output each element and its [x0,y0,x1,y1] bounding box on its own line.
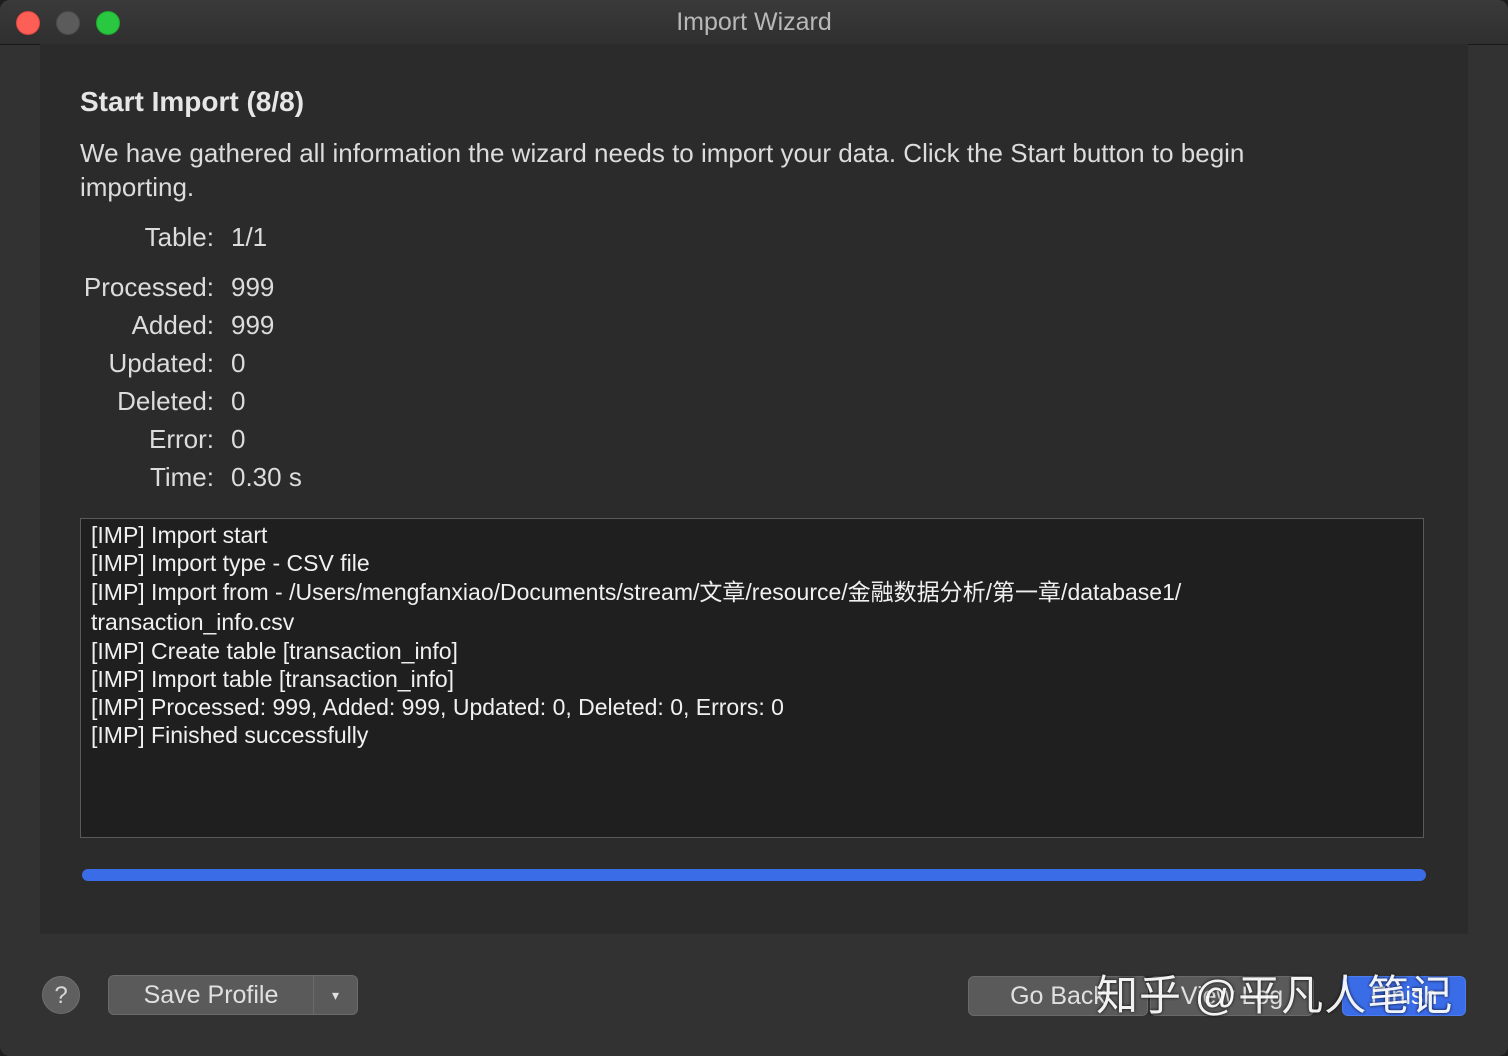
page-title: Start Import (8/8) [80,86,305,117]
import-log-textarea[interactable]: [IMP] Import start [IMP] Import type - C… [80,518,1424,838]
error-value: 0 [231,424,246,454]
time-value: 0.30 s [231,462,302,492]
page-description: We have gathered all information the wiz… [80,138,1245,202]
log-line: [IMP] Import table [transaction_info] [91,666,455,692]
help-button[interactable]: ? [42,976,80,1014]
table-label: Table: [144,222,214,252]
added-label: Added: [131,310,214,340]
title-bar: Import Wizard [0,0,1508,45]
wizard-content-panel: Start Import (8/8) We have gathered all … [40,44,1468,934]
progress-bar-fill [82,869,1426,881]
import-wizard-window: Import Wizard Start Import (8/8) We have… [0,0,1508,1056]
window-title: Import Wizard [676,8,832,36]
log-line: [IMP] Finished successfully [91,722,369,748]
log-line: [IMP] Import from - /Users/mengfanxiao/D… [91,579,1182,635]
processed-label: Processed: [83,272,214,302]
watermark: 知乎 @平凡人笔记 [1096,972,1454,1019]
log-line: [IMP] Create table [transaction_info] [91,638,458,664]
deleted-value: 0 [231,386,246,416]
table-value: 1/1 [231,222,268,252]
time-label: Time: [149,462,214,492]
log-line: [IMP] Import type - CSV file [91,550,370,576]
updated-label: Updated: [108,348,214,378]
added-value: 999 [231,310,275,340]
processed-value: 999 [231,272,275,302]
log-line: [IMP] Processed: 999, Added: 999, Update… [91,694,784,720]
updated-value: 0 [231,348,246,378]
save-profile-button[interactable]: Save Profile [108,975,314,1015]
error-label: Error: [149,424,214,454]
log-line: [IMP] Import start [91,522,268,548]
save-profile-dropdown-arrow[interactable]: ▾ [313,975,358,1015]
deleted-label: Deleted: [117,386,214,416]
progress-bar [82,869,1426,881]
